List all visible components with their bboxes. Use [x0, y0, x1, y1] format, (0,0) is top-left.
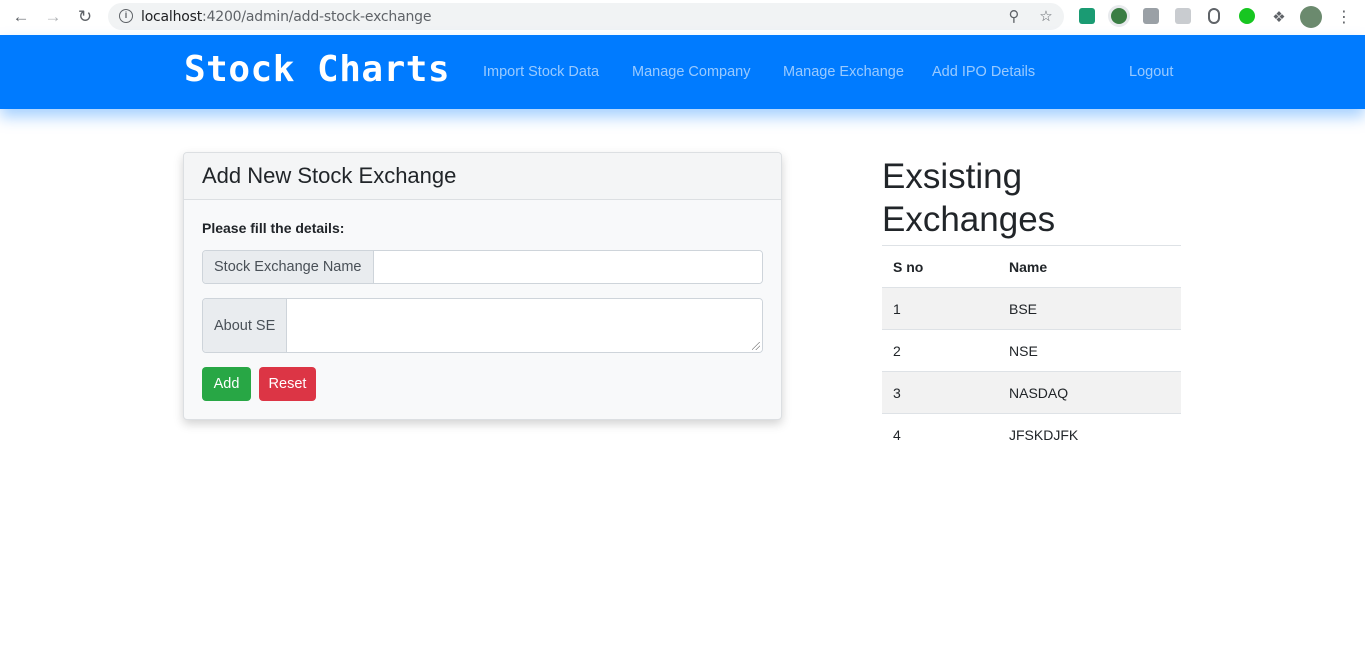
form-instructions: Please fill the details: [202, 220, 345, 236]
cell-name: BSE [998, 287, 1181, 330]
back-icon[interactable]: ← [9, 6, 33, 28]
puzzle-extensions-icon[interactable]: ❖ [1267, 6, 1291, 28]
cell-sno: 4 [882, 413, 998, 456]
table-row: 3 NASDAQ [882, 371, 1181, 414]
add-button[interactable]: Add [202, 367, 251, 401]
table-row: 1 BSE [882, 287, 1181, 330]
card-title: Add New Stock Exchange [184, 153, 781, 200]
table-row: 2 NSE [882, 329, 1181, 372]
bookmark-star-icon[interactable]: ☆ [1036, 7, 1056, 27]
nav-logout[interactable]: Logout [1129, 64, 1173, 80]
exchange-name-group: Stock Exchange Name [202, 250, 763, 284]
cell-name: NSE [998, 329, 1181, 372]
about-se-group: About SE [202, 298, 763, 353]
resize-handle-icon[interactable] [752, 342, 760, 350]
address-url: localhost:4200/admin/add-stock-exchange [141, 9, 431, 25]
table-header-row: S no Name [882, 245, 1181, 288]
heading-line-1: Exsisting [882, 157, 1023, 196]
mail-extension-icon[interactable] [1079, 8, 1095, 24]
column-header-name: Name [998, 245, 1181, 288]
info-icon[interactable]: i [119, 9, 133, 23]
url-host: localhost [141, 9, 203, 25]
reset-button[interactable]: Reset [259, 367, 316, 401]
about-se-label: About SE [203, 299, 288, 352]
menu-kebab-icon[interactable]: ⋮ [1332, 6, 1356, 28]
reader-extension-icon[interactable] [1143, 8, 1159, 24]
about-se-textarea[interactable] [287, 299, 762, 352]
globe-extension-icon[interactable] [1111, 8, 1127, 24]
column-header-sno: S no [882, 245, 998, 288]
nav-add-ipo-details[interactable]: Add IPO Details [932, 64, 1035, 80]
app-navbar: Stock Charts Import Stock Data Manage Co… [0, 35, 1365, 109]
exchange-name-input[interactable] [373, 251, 762, 283]
browser-toolbar: ← → ↻ i localhost:4200/admin/add-stock-e… [0, 0, 1365, 35]
cell-sno: 1 [882, 287, 998, 330]
cell-name: NASDAQ [998, 371, 1181, 414]
forward-icon[interactable]: → [41, 6, 65, 28]
battery-extension-icon[interactable] [1208, 8, 1220, 24]
url-path: :4200/admin/add-stock-exchange [202, 9, 432, 25]
nav-manage-company[interactable]: Manage Company [632, 64, 751, 80]
exchanges-table: S no Name 1 BSE 2 NSE 3 NASDAQ 4 JFSKDJF… [882, 245, 1181, 456]
address-bar[interactable]: i localhost:4200/admin/add-stock-exchang… [108, 3, 1064, 30]
zoom-icon[interactable]: ⚲ [1004, 7, 1024, 27]
cell-sno: 2 [882, 329, 998, 372]
cell-sno: 3 [882, 371, 998, 414]
notes-extension-icon[interactable] [1175, 8, 1191, 24]
existing-exchanges-heading: Exsisting Exchanges [882, 155, 1182, 241]
table-row: 4 JFSKDJFK [882, 413, 1181, 456]
nav-manage-exchange[interactable]: Manage Exchange [783, 64, 904, 80]
reload-icon[interactable]: ↻ [73, 6, 97, 28]
exchange-name-label: Stock Exchange Name [203, 251, 374, 283]
green-extension-icon[interactable] [1239, 8, 1255, 24]
brand-logo[interactable]: Stock Charts [184, 49, 450, 90]
nav-import-stock-data[interactable]: Import Stock Data [483, 64, 599, 80]
heading-line-2: Exchanges [882, 200, 1056, 239]
cell-name: JFSKDJFK [998, 413, 1181, 456]
add-exchange-card: Add New Stock Exchange Please fill the d… [183, 152, 782, 420]
profile-avatar[interactable] [1300, 6, 1322, 28]
